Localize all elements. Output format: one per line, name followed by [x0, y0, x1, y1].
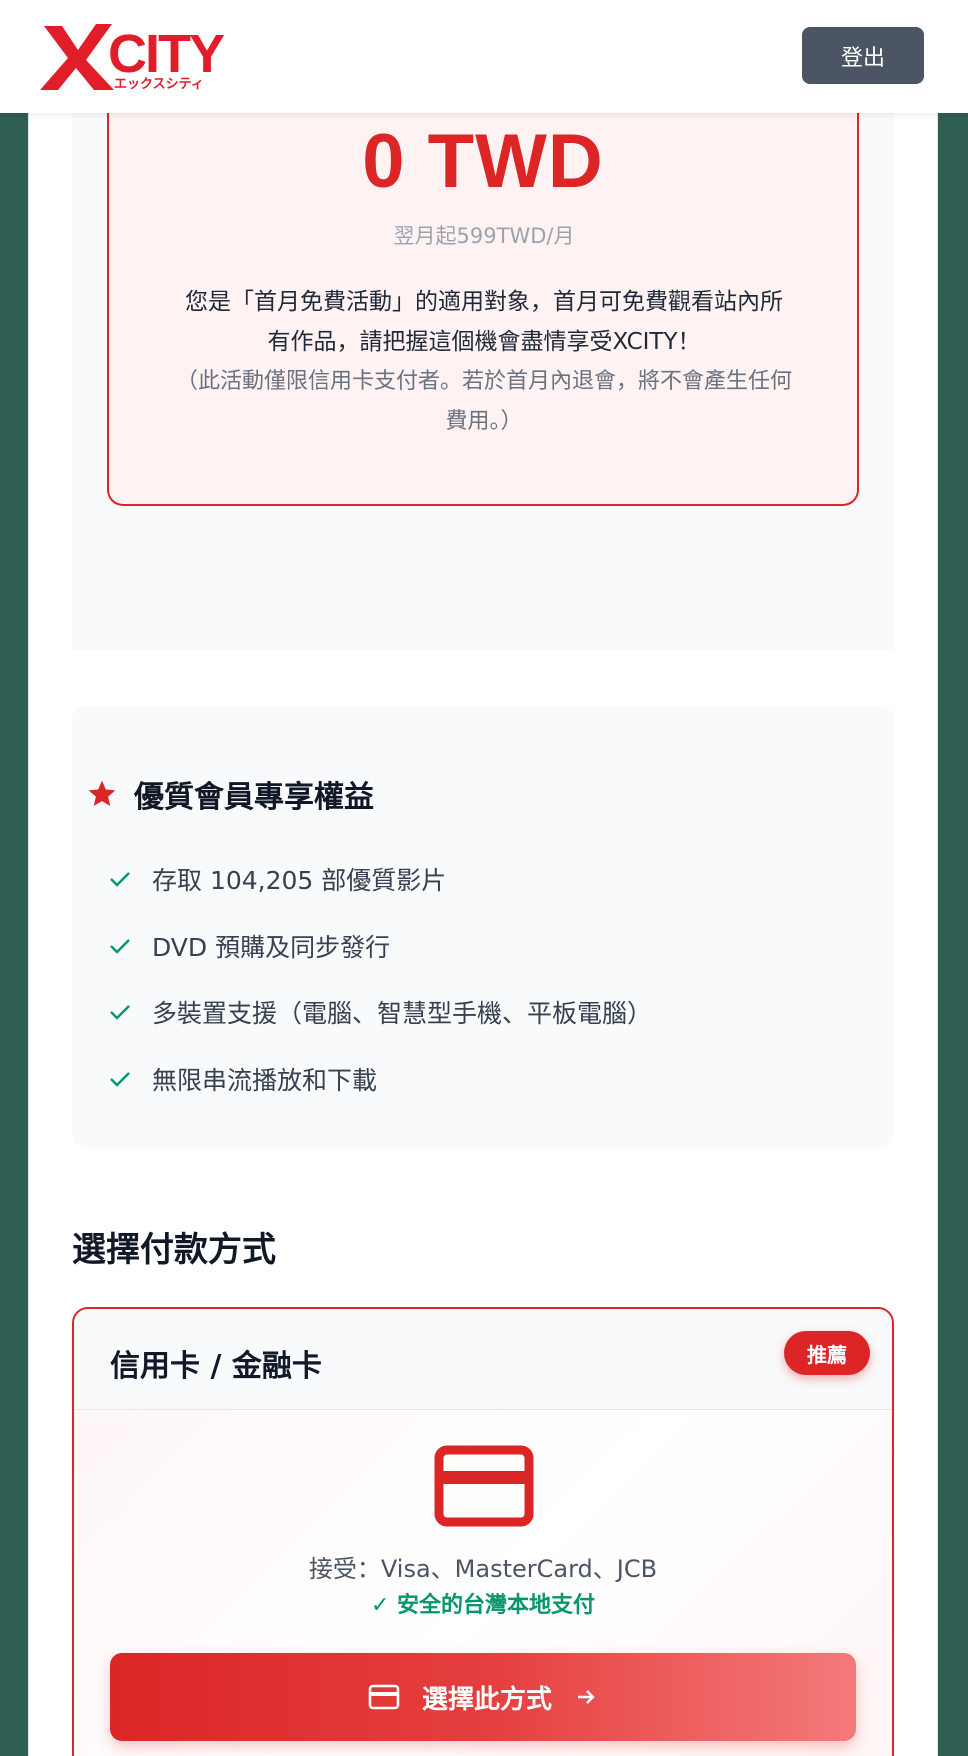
payment-option-header: 信用卡 / 金融卡 推薦: [74, 1309, 892, 1410]
benefit-text: DVD 預購及同步發行: [152, 933, 391, 962]
promo-note: （此活動僅限信用卡支付者。若於首月內退會，將不會產生任何 費用。）: [150, 362, 818, 442]
xcity-logo[interactable]: CITY エックスシティ: [40, 22, 226, 92]
check-icon: ✓: [370, 1593, 398, 1618]
payment-option-title: 信用卡 / 金融卡: [110, 1349, 322, 1384]
site-header: CITY エックスシティ 登出: [0, 0, 968, 113]
svg-text:エックスシティ: エックスシティ: [114, 77, 204, 92]
check-icon: [110, 1005, 130, 1020]
benefits-title-text: 優質會員專享權益: [134, 780, 374, 815]
logout-button[interactable]: 登出: [802, 27, 924, 84]
benefit-text: 存取 104,205 部優質影片: [152, 866, 447, 895]
recommended-badge: 推薦: [784, 1331, 870, 1375]
payment-method-heading: 選擇付款方式: [72, 1230, 276, 1270]
benefit-text: 無限串流播放和下載: [152, 1066, 378, 1095]
promo-next-month-price: 翌月起599TWD/月: [393, 224, 575, 248]
credit-card-option[interactable]: 信用卡 / 金融卡 推薦 接受：Visa、MasterCard、JCB ✓ 安全…: [72, 1307, 894, 1756]
promo-note-line: （此活動僅限信用卡支付者。若於首月內退會，將不會產生任何: [175, 369, 792, 394]
svg-text:CITY: CITY: [108, 24, 225, 84]
star-icon: [88, 780, 116, 806]
benefit-item: 存取 104,205 部優質影片: [108, 859, 446, 899]
benefit-text: 多裝置支援（電腦、智慧型手機、平板電腦）: [152, 999, 653, 1028]
benefit-item: 多裝置支援（電腦、智慧型手機、平板電腦）: [108, 992, 652, 1032]
promo-note-line: 費用。）: [445, 409, 523, 434]
check-icon: [110, 1072, 130, 1087]
check-icon: [110, 939, 130, 954]
credit-card-icon: [368, 1684, 400, 1710]
select-method-button[interactable]: 選擇此方式: [110, 1653, 856, 1741]
credit-card-icon: [434, 1445, 534, 1527]
secure-payment-label: 安全的台灣本地支付: [397, 1593, 596, 1618]
promo-description: 您是「首月免費活動」的適用對象，首月可免費觀看站內所 有作品，請把握這個機會盡情…: [150, 282, 818, 362]
promo-desc-line: 有作品，請把握這個機會盡情享受XCITY！: [267, 329, 701, 355]
benefits-title: 優質會員專享權益: [86, 770, 374, 818]
benefit-item: DVD 預購及同步發行: [108, 926, 390, 966]
select-method-label: 選擇此方式: [421, 1684, 552, 1715]
promo-desc-line: 您是「首月免費活動」的適用對象，首月可免費觀看站內所: [185, 289, 783, 315]
check-icon: [110, 872, 130, 887]
promo-price: 0 TWD: [362, 119, 604, 204]
benefit-item: 無限串流播放和下載: [108, 1059, 377, 1099]
secure-payment-text: ✓ 安全的台灣本地支付: [74, 1587, 892, 1619]
accepted-cards-text: 接受：Visa、MasterCard、JCB: [308, 1555, 658, 1583]
arrow-right-icon: [578, 1690, 595, 1704]
